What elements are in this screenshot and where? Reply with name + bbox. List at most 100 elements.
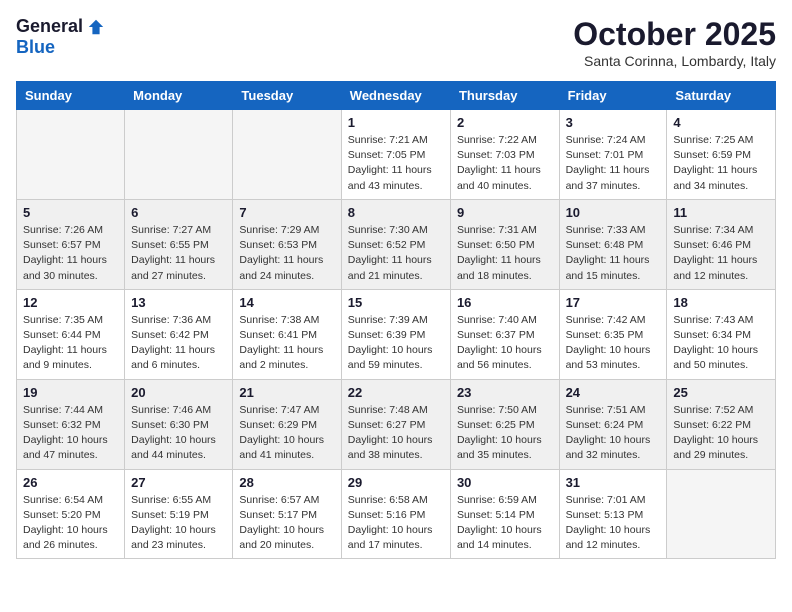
day-number: 4 [673,115,769,130]
day-number: 14 [239,295,334,310]
day-number: 26 [23,475,118,490]
calendar-week-row: 5 Sunrise: 7:26 AM Sunset: 6:57 PM Daylig… [17,199,776,289]
day-number: 6 [131,205,226,220]
calendar-cell: 17 Sunrise: 7:42 AM Sunset: 6:35 PM Dayli… [559,289,667,379]
day-info: Sunrise: 7:35 AM Sunset: 6:44 PM Dayligh… [23,313,118,374]
day-number: 16 [457,295,553,310]
calendar-week-row: 26 Sunrise: 6:54 AM Sunset: 5:20 PM Dayli… [17,469,776,559]
calendar-cell: 12 Sunrise: 7:35 AM Sunset: 6:44 PM Dayli… [17,289,125,379]
header-sunday: Sunday [17,82,125,110]
logo-blue-text: Blue [16,37,55,58]
header-tuesday: Tuesday [233,82,341,110]
day-info: Sunrise: 7:24 AM Sunset: 7:01 PM Dayligh… [566,133,661,194]
page-header: General Blue October 2025 Santa Corinna,… [16,16,776,69]
logo-icon [87,18,105,36]
day-info: Sunrise: 7:33 AM Sunset: 6:48 PM Dayligh… [566,223,661,284]
logo: General Blue [16,16,105,58]
day-number: 27 [131,475,226,490]
day-number: 12 [23,295,118,310]
calendar-cell: 10 Sunrise: 7:33 AM Sunset: 6:48 PM Dayli… [559,199,667,289]
calendar-cell: 18 Sunrise: 7:43 AM Sunset: 6:34 PM Dayli… [667,289,776,379]
calendar-cell: 9Sunrise: 7:31 AM Sunset: 6:50 PM Daylig… [450,199,559,289]
day-info: Sunrise: 6:58 AM Sunset: 5:16 PM Dayligh… [348,493,444,554]
calendar-table: SundayMondayTuesdayWednesdayThursdayFrid… [16,81,776,559]
day-number: 13 [131,295,226,310]
calendar-cell: 8Sunrise: 7:30 AM Sunset: 6:52 PM Daylig… [341,199,450,289]
day-info: Sunrise: 7:29 AM Sunset: 6:53 PM Dayligh… [239,223,334,284]
day-info: Sunrise: 7:27 AM Sunset: 6:55 PM Dayligh… [131,223,226,284]
day-number: 29 [348,475,444,490]
day-number: 15 [348,295,444,310]
day-info: Sunrise: 6:57 AM Sunset: 5:17 PM Dayligh… [239,493,334,554]
calendar-cell: 21 Sunrise: 7:47 AM Sunset: 6:29 PM Dayli… [233,379,341,469]
location-subtitle: Santa Corinna, Lombardy, Italy [573,53,776,69]
calendar-cell: 20 Sunrise: 7:46 AM Sunset: 6:30 PM Dayli… [125,379,233,469]
calendar-cell: 15 Sunrise: 7:39 AM Sunset: 6:39 PM Dayli… [341,289,450,379]
calendar-week-row: 1 Sunrise: 7:21 AM Sunset: 7:05 PM Daylig… [17,110,776,200]
day-info: Sunrise: 7:36 AM Sunset: 6:42 PM Dayligh… [131,313,226,374]
calendar-cell: 30 Sunrise: 6:59 AM Sunset: 5:14 PM Dayli… [450,469,559,559]
day-number: 2 [457,115,553,130]
day-number: 20 [131,385,226,400]
day-number: 1 [348,115,444,130]
day-number: 17 [566,295,661,310]
calendar-week-row: 19Sunrise: 7:44 AM Sunset: 6:32 PM Dayli… [17,379,776,469]
day-info: Sunrise: 7:31 AM Sunset: 6:50 PM Dayligh… [457,223,553,284]
calendar-cell [17,110,125,200]
calendar-cell: 1 Sunrise: 7:21 AM Sunset: 7:05 PM Daylig… [341,110,450,200]
day-info: Sunrise: 7:48 AM Sunset: 6:27 PM Dayligh… [348,403,444,464]
calendar-cell: 2 Sunrise: 7:22 AM Sunset: 7:03 PM Daylig… [450,110,559,200]
day-number: 18 [673,295,769,310]
logo-general-text: General [16,16,83,37]
day-number: 8 [348,205,444,220]
calendar-cell [125,110,233,200]
day-info: Sunrise: 7:21 AM Sunset: 7:05 PM Dayligh… [348,133,444,194]
header-thursday: Thursday [450,82,559,110]
calendar-cell: 19Sunrise: 7:44 AM Sunset: 6:32 PM Dayli… [17,379,125,469]
header-wednesday: Wednesday [341,82,450,110]
day-number: 30 [457,475,553,490]
month-year-title: October 2025 [573,16,776,53]
calendar-cell: 7Sunrise: 7:29 AM Sunset: 6:53 PM Daylig… [233,199,341,289]
day-number: 31 [566,475,661,490]
day-info: Sunrise: 7:34 AM Sunset: 6:46 PM Dayligh… [673,223,769,284]
day-info: Sunrise: 7:43 AM Sunset: 6:34 PM Dayligh… [673,313,769,374]
day-number: 11 [673,205,769,220]
calendar-cell: 24Sunrise: 7:51 AM Sunset: 6:24 PM Dayli… [559,379,667,469]
calendar-cell: 13 Sunrise: 7:36 AM Sunset: 6:42 PM Dayli… [125,289,233,379]
day-info: Sunrise: 7:01 AM Sunset: 5:13 PM Dayligh… [566,493,661,554]
calendar-cell: 25Sunrise: 7:52 AM Sunset: 6:22 PM Dayli… [667,379,776,469]
calendar-cell: 16Sunrise: 7:40 AM Sunset: 6:37 PM Dayli… [450,289,559,379]
day-info: Sunrise: 7:25 AM Sunset: 6:59 PM Dayligh… [673,133,769,194]
day-info: Sunrise: 6:59 AM Sunset: 5:14 PM Dayligh… [457,493,553,554]
day-info: Sunrise: 6:55 AM Sunset: 5:19 PM Dayligh… [131,493,226,554]
day-number: 24 [566,385,661,400]
calendar-cell: 28 Sunrise: 6:57 AM Sunset: 5:17 PM Dayli… [233,469,341,559]
calendar-cell [667,469,776,559]
day-info: Sunrise: 7:46 AM Sunset: 6:30 PM Dayligh… [131,403,226,464]
day-info: Sunrise: 7:42 AM Sunset: 6:35 PM Dayligh… [566,313,661,374]
calendar-cell: 22Sunrise: 7:48 AM Sunset: 6:27 PM Dayli… [341,379,450,469]
calendar-cell: 29 Sunrise: 6:58 AM Sunset: 5:16 PM Dayli… [341,469,450,559]
day-number: 25 [673,385,769,400]
day-number: 10 [566,205,661,220]
day-info: Sunrise: 7:47 AM Sunset: 6:29 PM Dayligh… [239,403,334,464]
day-number: 5 [23,205,118,220]
day-number: 21 [239,385,334,400]
calendar-cell: 27 Sunrise: 6:55 AM Sunset: 5:19 PM Dayli… [125,469,233,559]
header-saturday: Saturday [667,82,776,110]
calendar-cell: 4 Sunrise: 7:25 AM Sunset: 6:59 PM Daylig… [667,110,776,200]
calendar-cell: 6 Sunrise: 7:27 AM Sunset: 6:55 PM Daylig… [125,199,233,289]
calendar-cell: 5 Sunrise: 7:26 AM Sunset: 6:57 PM Daylig… [17,199,125,289]
calendar-cell [233,110,341,200]
day-number: 19 [23,385,118,400]
title-block: October 2025 Santa Corinna, Lombardy, It… [573,16,776,69]
day-number: 28 [239,475,334,490]
day-number: 23 [457,385,553,400]
day-info: Sunrise: 7:22 AM Sunset: 7:03 PM Dayligh… [457,133,553,194]
calendar-cell: 14Sunrise: 7:38 AM Sunset: 6:41 PM Dayli… [233,289,341,379]
day-info: Sunrise: 7:39 AM Sunset: 6:39 PM Dayligh… [348,313,444,374]
calendar-cell: 26 Sunrise: 6:54 AM Sunset: 5:20 PM Dayli… [17,469,125,559]
day-info: Sunrise: 7:26 AM Sunset: 6:57 PM Dayligh… [23,223,118,284]
day-info: Sunrise: 6:54 AM Sunset: 5:20 PM Dayligh… [23,493,118,554]
